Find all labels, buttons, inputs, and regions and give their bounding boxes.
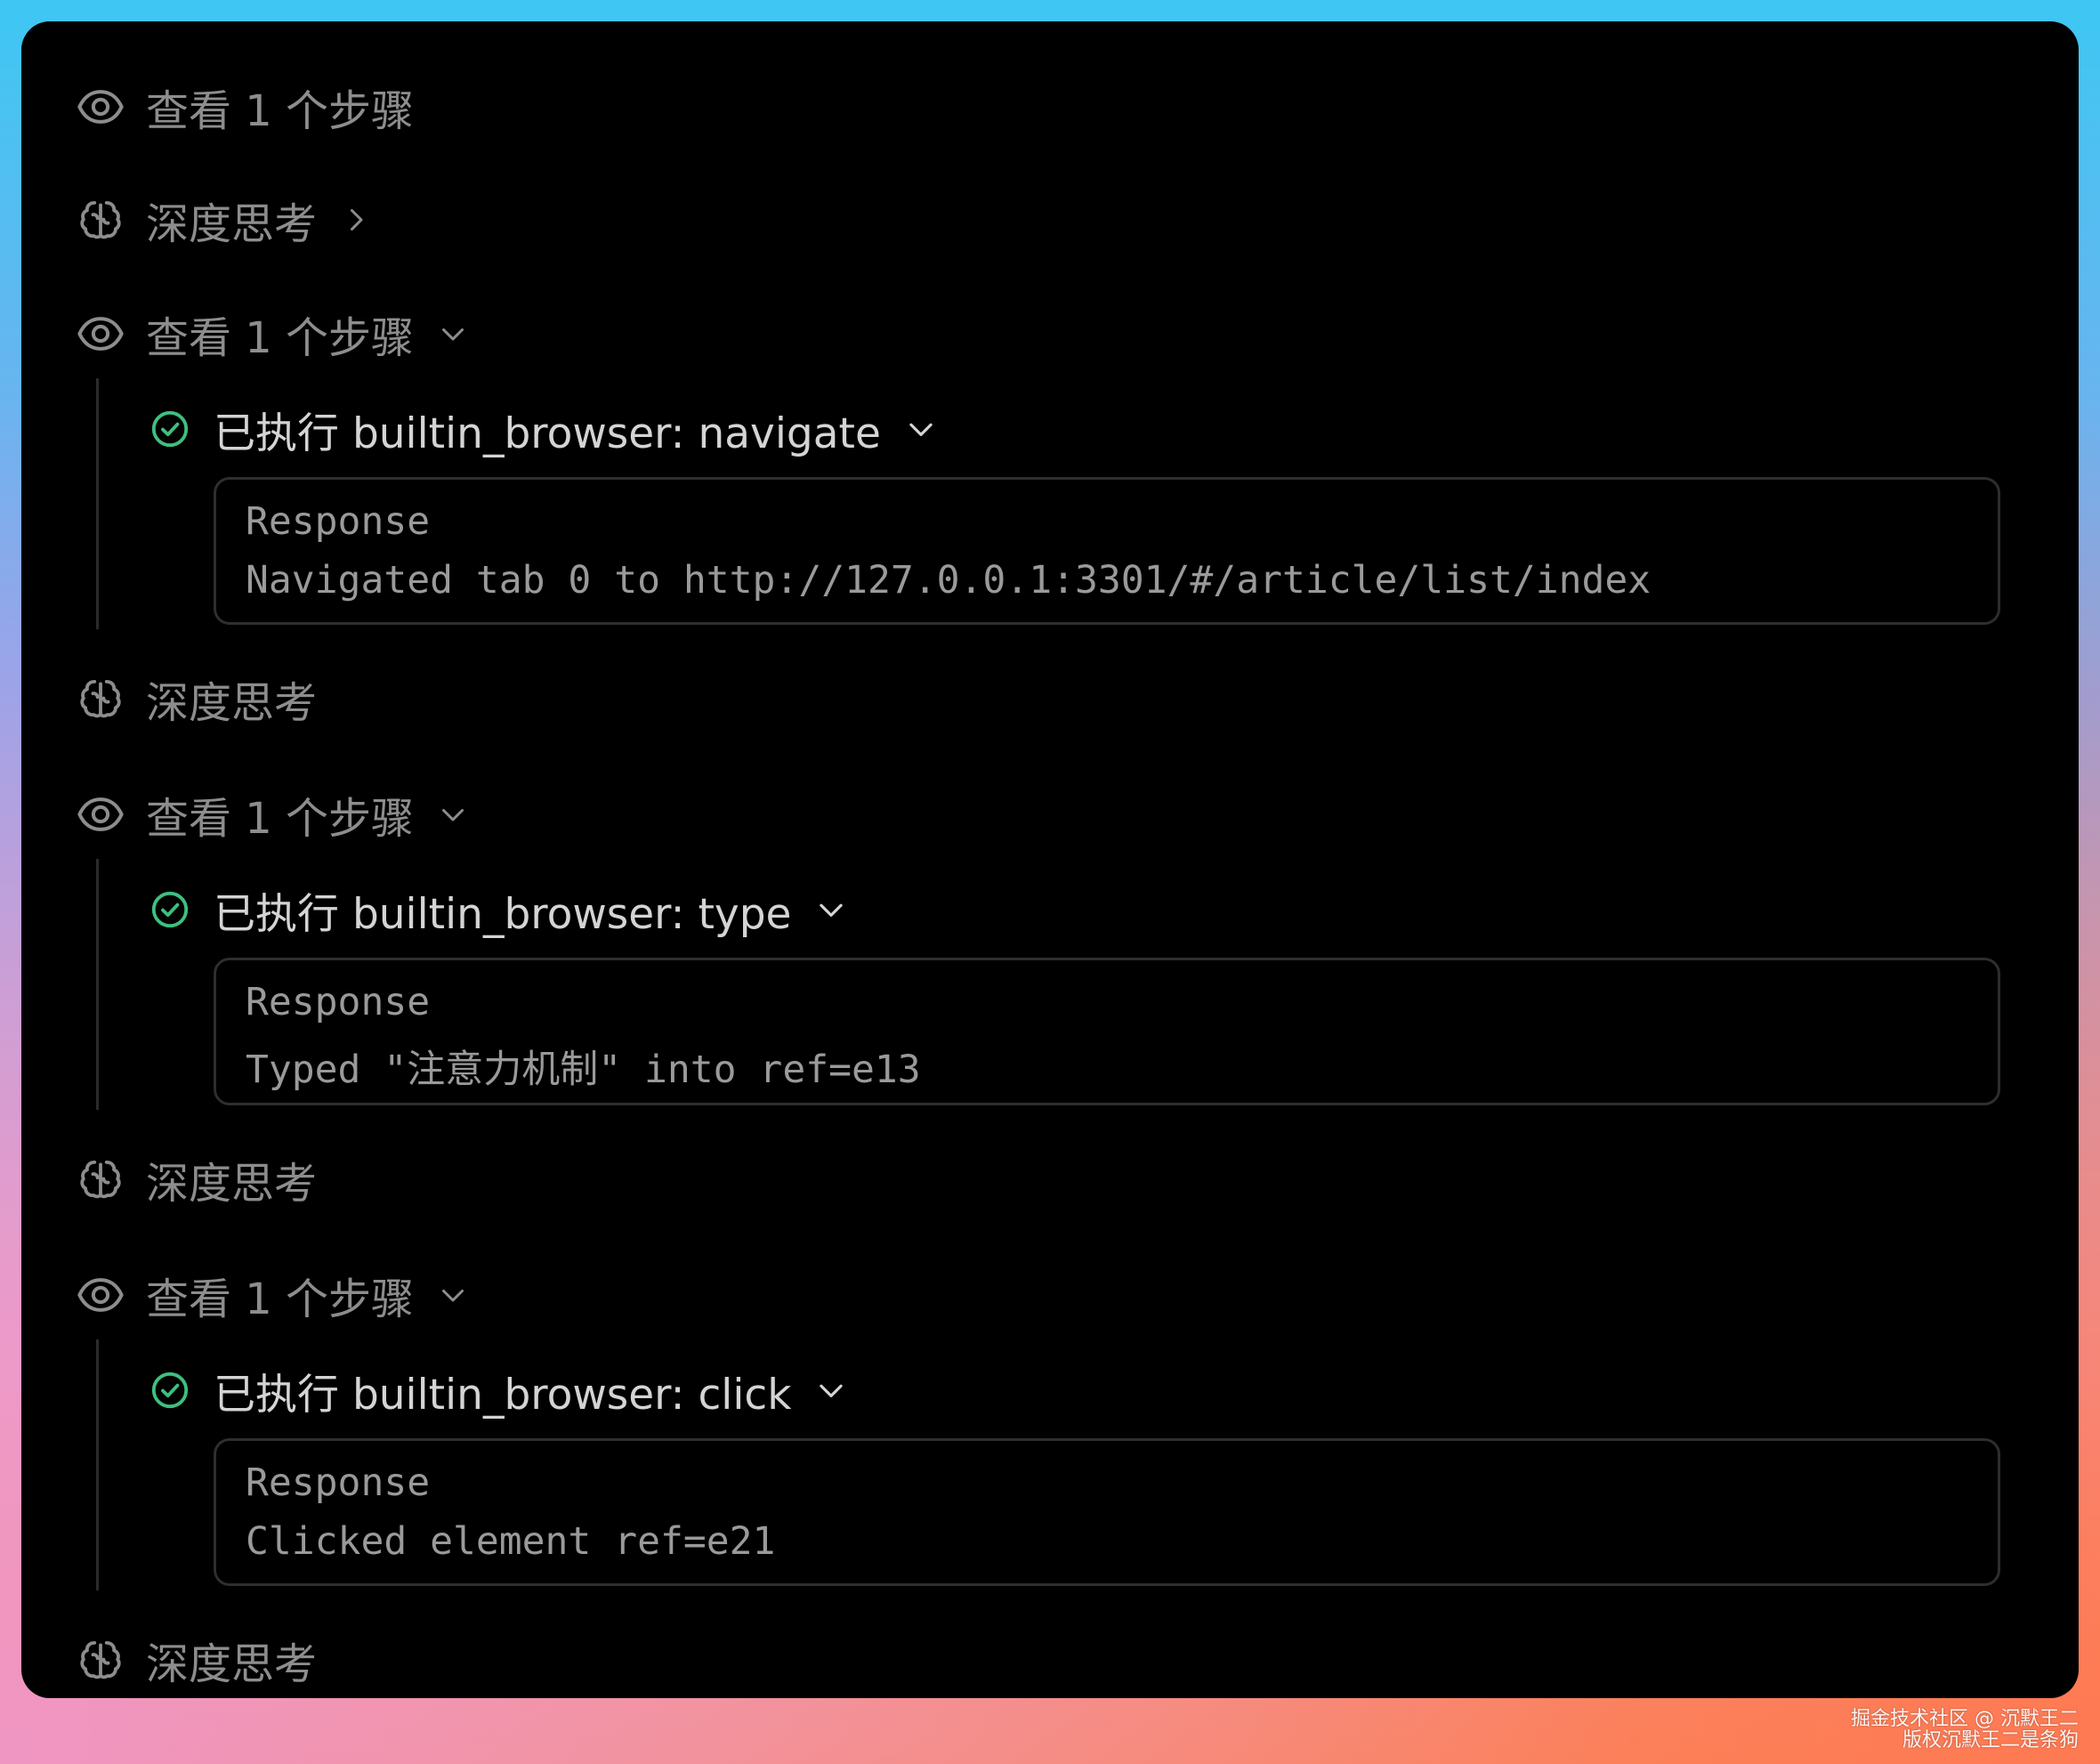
deep-thinking-label: 深度思考	[146, 678, 318, 728]
brain-icon	[77, 1636, 125, 1684]
response-box: Response Navigated tab 0 to http://127.0…	[214, 477, 2000, 625]
response-text: Typed "注意力机制" into ref=e13	[246, 1048, 921, 1092]
deep-thinking-row[interactable]: 深度思考	[77, 1139, 317, 1219]
chevron-down-icon[interactable]	[814, 893, 848, 927]
chevron-down-icon[interactable]	[437, 1279, 469, 1311]
eye-icon	[77, 1271, 125, 1319]
step-group-line	[96, 378, 99, 629]
view-steps-row[interactable]: 查看 1 个步骤	[77, 67, 414, 147]
eye-icon	[77, 310, 125, 358]
response-title: Response	[246, 1461, 431, 1505]
chevron-right-icon[interactable]	[340, 204, 372, 236]
brain-icon	[77, 675, 125, 723]
chevron-down-icon[interactable]	[437, 318, 469, 350]
watermark-line-2: 版权沉默王二是条狗	[1902, 1729, 2079, 1752]
chevron-down-icon[interactable]	[814, 1373, 848, 1407]
view-steps-row[interactable]: 查看 1 个步骤	[77, 774, 469, 854]
executed-step-label: 已执行 builtin_browser: click	[214, 1370, 792, 1420]
view-steps-label: 查看 1 个步骤	[146, 794, 415, 844]
executed-step-label: 已执行 builtin_browser: navigate	[214, 409, 881, 458]
deep-thinking-row[interactable]: 深度思考	[77, 1620, 317, 1698]
step-group-line	[96, 1339, 99, 1590]
watermark: 掘金技术社区 @ 沉默王二 版权沉默王二是条狗	[1851, 1709, 2079, 1752]
brain-icon	[77, 1155, 125, 1203]
agent-steps-panel: 查看 1 个步骤 深度思考 查看 1 个步骤 已执行 builtin_brows…	[21, 21, 2079, 1698]
response-box: Response Typed "注意力机制" into ref=e13	[214, 958, 2000, 1105]
executed-step-row[interactable]: 已执行 builtin_browser: type	[149, 870, 848, 950]
executed-step-row[interactable]: 已执行 builtin_browser: click	[149, 1350, 848, 1430]
chevron-down-icon[interactable]	[904, 412, 938, 446]
deep-thinking-label: 深度思考	[146, 1159, 318, 1209]
view-steps-label: 查看 1 个步骤	[146, 86, 415, 136]
response-title: Response	[246, 499, 431, 544]
executed-step-row[interactable]: 已执行 builtin_browser: navigate	[149, 389, 938, 469]
deep-thinking-row[interactable]: 深度思考	[77, 659, 317, 739]
response-box: Response Clicked element ref=e21	[214, 1438, 2000, 1586]
executed-step-label: 已执行 builtin_browser: type	[214, 889, 792, 939]
brain-icon	[77, 196, 125, 244]
chevron-down-icon[interactable]	[437, 798, 469, 830]
deep-thinking-label: 深度思考	[146, 199, 318, 249]
view-steps-label: 查看 1 个步骤	[146, 313, 415, 363]
watermark-line-1: 掘金技术社区 @ 沉默王二	[1851, 1708, 2079, 1730]
response-title: Response	[246, 980, 431, 1024]
eye-icon	[77, 790, 125, 838]
eye-icon	[77, 83, 125, 131]
view-steps-row[interactable]: 查看 1 个步骤	[77, 294, 469, 374]
deep-thinking-row[interactable]: 深度思考	[77, 180, 372, 260]
response-text: Navigated tab 0 to http://127.0.0.1:3301…	[246, 558, 1652, 603]
deep-thinking-label: 深度思考	[146, 1639, 318, 1689]
response-text: Clicked element ref=e21	[246, 1519, 776, 1564]
check-circle-icon	[149, 1370, 190, 1411]
check-circle-icon	[149, 889, 190, 930]
check-circle-icon	[149, 409, 190, 449]
step-group-line	[96, 859, 99, 1110]
view-steps-row[interactable]: 查看 1 个步骤	[77, 1255, 469, 1335]
view-steps-label: 查看 1 个步骤	[146, 1274, 415, 1324]
